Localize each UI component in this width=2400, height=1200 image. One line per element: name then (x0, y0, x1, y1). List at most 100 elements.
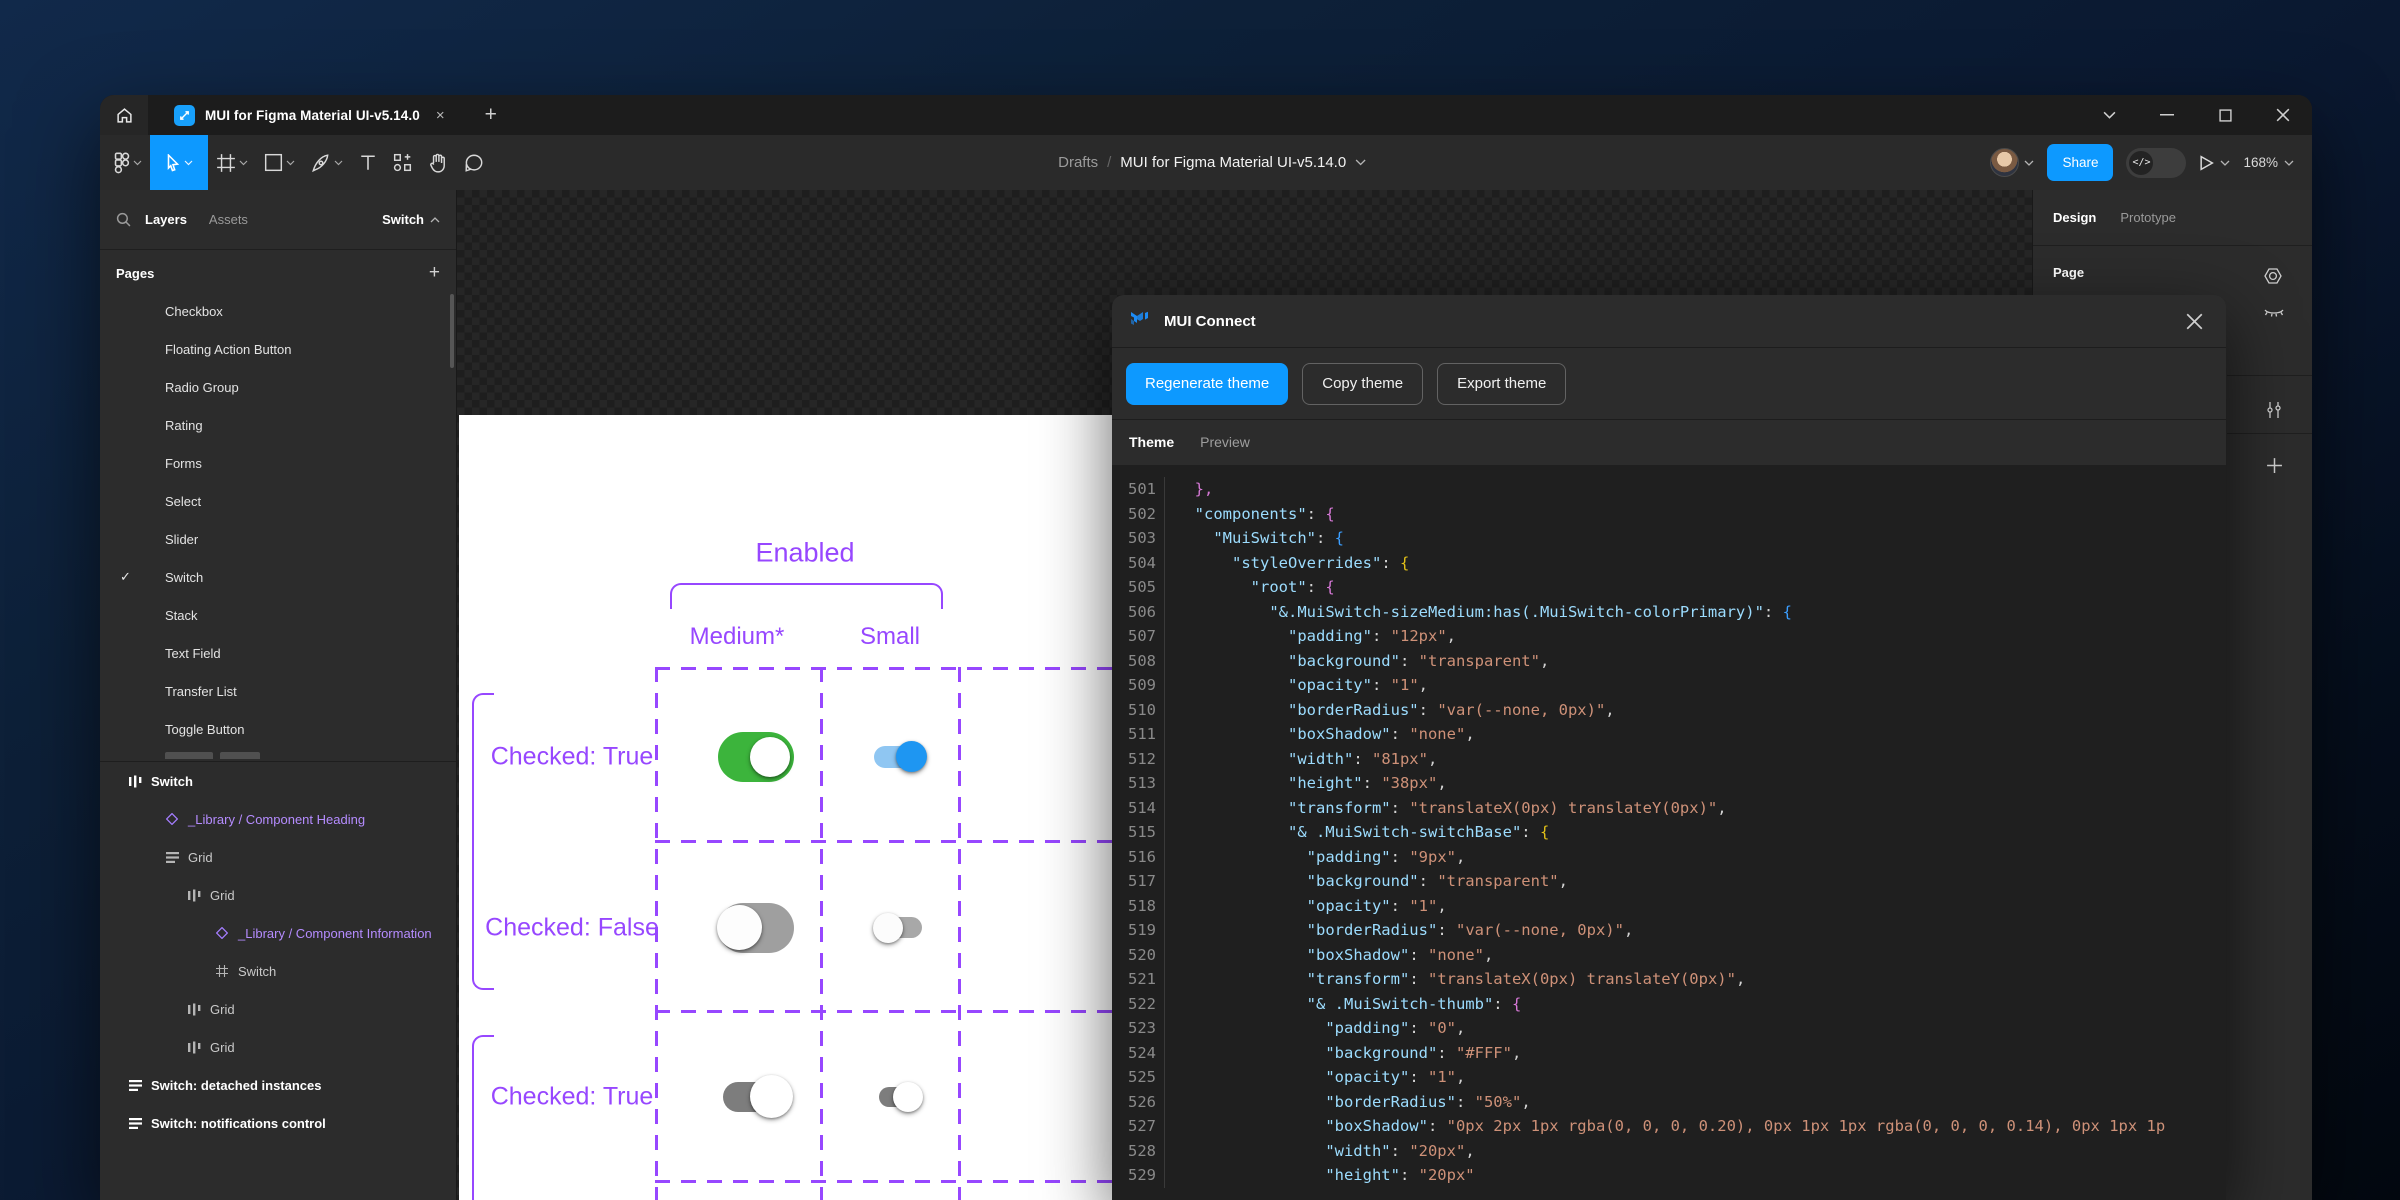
layer-item-grid[interactable]: Grid (100, 1028, 456, 1066)
actions-tool-button[interactable] (385, 135, 420, 190)
code-line-515[interactable]: 515 "& .MuiSwitch-switchBase": { (1112, 820, 2226, 845)
tab-layers[interactable]: Layers (145, 212, 187, 227)
code-line-523[interactable]: 523 "padding": "0", (1112, 1016, 2226, 1041)
tab-close-icon[interactable]: × (436, 107, 445, 124)
switch-medium-row3-checked[interactable] (723, 1080, 789, 1114)
tab-design[interactable]: Design (2053, 210, 2096, 225)
avatar[interactable] (1990, 148, 2019, 177)
page-item-text-field[interactable]: Text Field (100, 634, 456, 672)
code-line-514[interactable]: 514 "transform": "translateX(0px) transl… (1112, 796, 2226, 821)
page-variables-icon[interactable] (2261, 263, 2287, 289)
zoom-chevron-icon[interactable] (2284, 160, 2294, 166)
copy-theme-button[interactable]: Copy theme (1302, 363, 1423, 405)
code-line-518[interactable]: 518 "opacity": "1", (1112, 894, 2226, 919)
breadcrumb-folder[interactable]: Drafts (1058, 154, 1098, 171)
code-line-517[interactable]: 517 "background": "transparent", (1112, 869, 2226, 894)
theme-code-editor[interactable]: 501 },502 "components": {503 "MuiSwitch"… (1112, 465, 2226, 1200)
page-item-rating[interactable]: Rating (100, 406, 456, 444)
home-button[interactable] (100, 95, 148, 135)
switch-small-row2-unchecked[interactable] (876, 915, 922, 941)
share-button[interactable]: Share (2047, 144, 2113, 181)
layer-item-grid[interactable]: Grid (100, 876, 456, 914)
main-menu-button[interactable] (106, 135, 150, 190)
file-menu-chevron-icon[interactable] (1355, 159, 1366, 166)
export-theme-button[interactable]: Export theme (1437, 363, 1566, 405)
code-line-528[interactable]: 528 "width": "20px", (1112, 1139, 2226, 1164)
breadcrumb-file-name[interactable]: MUI for Figma Material UI-v5.14.0 (1120, 154, 1346, 171)
clipped-page-item[interactable] (100, 748, 456, 759)
modal-close-icon[interactable] (2179, 306, 2209, 336)
current-page-badge[interactable]: Switch (382, 212, 440, 227)
tab-prototype[interactable]: Prototype (2120, 210, 2176, 225)
add-page-button[interactable]: + (429, 262, 440, 284)
layer-item--library-component-information[interactable]: _Library / Component Information (100, 914, 456, 952)
code-line-505[interactable]: 505 "root": { (1112, 575, 2226, 600)
layer-item-grid[interactable]: Grid (100, 990, 456, 1028)
code-line-501[interactable]: 501 }, (1112, 477, 2226, 502)
layer-item-switch[interactable]: Switch (100, 952, 456, 990)
switch-small-row1-checked[interactable] (874, 743, 924, 771)
switch-medium-row2-unchecked[interactable] (718, 903, 794, 953)
page-item-toggle-button[interactable]: Toggle Button (100, 710, 456, 748)
text-tool-button[interactable] (351, 135, 385, 190)
code-line-524[interactable]: 524 "background": "#FFF", (1112, 1041, 2226, 1066)
file-tab[interactable]: MUI for Figma Material UI-v5.14.0 × (148, 95, 459, 135)
adjust-sliders-icon[interactable] (2261, 397, 2287, 423)
shape-tool-button[interactable] (256, 135, 303, 190)
page-item-forms[interactable]: Forms (100, 444, 456, 482)
code-line-512[interactable]: 512 "width": "81px", (1112, 747, 2226, 772)
comment-tool-button[interactable] (456, 135, 492, 190)
left-panel-scrollbar[interactable] (450, 294, 454, 368)
pen-tool-button[interactable] (303, 135, 351, 190)
hand-tool-button[interactable] (420, 135, 456, 190)
present-play-icon[interactable] (2199, 155, 2214, 171)
tab-theme[interactable]: Theme (1129, 434, 1174, 450)
page-item-transfer-list[interactable]: Transfer List (100, 672, 456, 710)
present-chevron-icon[interactable] (2220, 160, 2230, 166)
frame-tool-button[interactable] (208, 135, 256, 190)
avatar-chevron-icon[interactable] (2024, 160, 2034, 166)
code-line-526[interactable]: 526 "borderRadius": "50%", (1112, 1090, 2226, 1115)
zoom-level[interactable]: 168% (2243, 155, 2278, 170)
add-plus-icon[interactable] (2261, 452, 2287, 478)
code-line-525[interactable]: 525 "opacity": "1", (1112, 1065, 2226, 1090)
code-line-503[interactable]: 503 "MuiSwitch": { (1112, 526, 2226, 551)
minimize-button[interactable] (2138, 95, 2196, 135)
layer-item--library-component-heading[interactable]: _Library / Component Heading (100, 800, 456, 838)
page-item-radio-group[interactable]: Radio Group (100, 368, 456, 406)
page-item-slider[interactable]: Slider (100, 520, 456, 558)
dev-mode-toggle[interactable]: </> (2126, 148, 2186, 178)
code-line-504[interactable]: 504 "styleOverrides": { (1112, 551, 2226, 576)
tab-preview[interactable]: Preview (1200, 434, 1250, 450)
switch-small-row3-checked[interactable] (879, 1086, 919, 1108)
search-icon[interactable] (116, 212, 131, 227)
new-tab-button[interactable]: + (485, 103, 497, 127)
page-item-select[interactable]: Select (100, 482, 456, 520)
tab-assets[interactable]: Assets (209, 212, 248, 227)
code-line-506[interactable]: 506 "&.MuiSwitch-sizeMedium:has(.MuiSwit… (1112, 600, 2226, 625)
code-line-513[interactable]: 513 "height": "38px", (1112, 771, 2226, 796)
code-line-510[interactable]: 510 "borderRadius": "var(--none, 0px)", (1112, 698, 2226, 723)
code-line-508[interactable]: 508 "background": "transparent", (1112, 649, 2226, 674)
code-line-521[interactable]: 521 "transform": "translateX(0px) transl… (1112, 967, 2226, 992)
layer-item-switch[interactable]: Switch (100, 762, 456, 800)
code-line-516[interactable]: 516 "padding": "9px", (1112, 845, 2226, 870)
layer-item-grid[interactable]: Grid (100, 838, 456, 876)
code-line-527[interactable]: 527 "boxShadow": "0px 2px 1px rgba(0, 0,… (1112, 1114, 2226, 1139)
code-line-519[interactable]: 519 "borderRadius": "var(--none, 0px)", (1112, 918, 2226, 943)
code-line-507[interactable]: 507 "padding": "12px", (1112, 624, 2226, 649)
move-tool-button[interactable] (150, 135, 208, 190)
code-line-520[interactable]: 520 "boxShadow": "none", (1112, 943, 2226, 968)
page-item-checkbox[interactable]: Checkbox (100, 292, 456, 330)
regenerate-theme-button[interactable]: Regenerate theme (1126, 363, 1288, 405)
code-line-522[interactable]: 522 "& .MuiSwitch-thumb": { (1112, 992, 2226, 1017)
close-window-button[interactable] (2254, 95, 2312, 135)
layer-item-switch-detached-instances[interactable]: Switch: detached instances (100, 1066, 456, 1104)
maximize-button[interactable] (2196, 95, 2254, 135)
layer-item-switch-notifications-control[interactable]: Switch: notifications control (100, 1104, 456, 1142)
code-line-509[interactable]: 509 "opacity": "1", (1112, 673, 2226, 698)
code-line-502[interactable]: 502 "components": { (1112, 502, 2226, 527)
page-item-switch[interactable]: ✓Switch (100, 558, 456, 596)
page-item-stack[interactable]: Stack (100, 596, 456, 634)
switch-medium-row1-checked[interactable] (718, 732, 794, 782)
